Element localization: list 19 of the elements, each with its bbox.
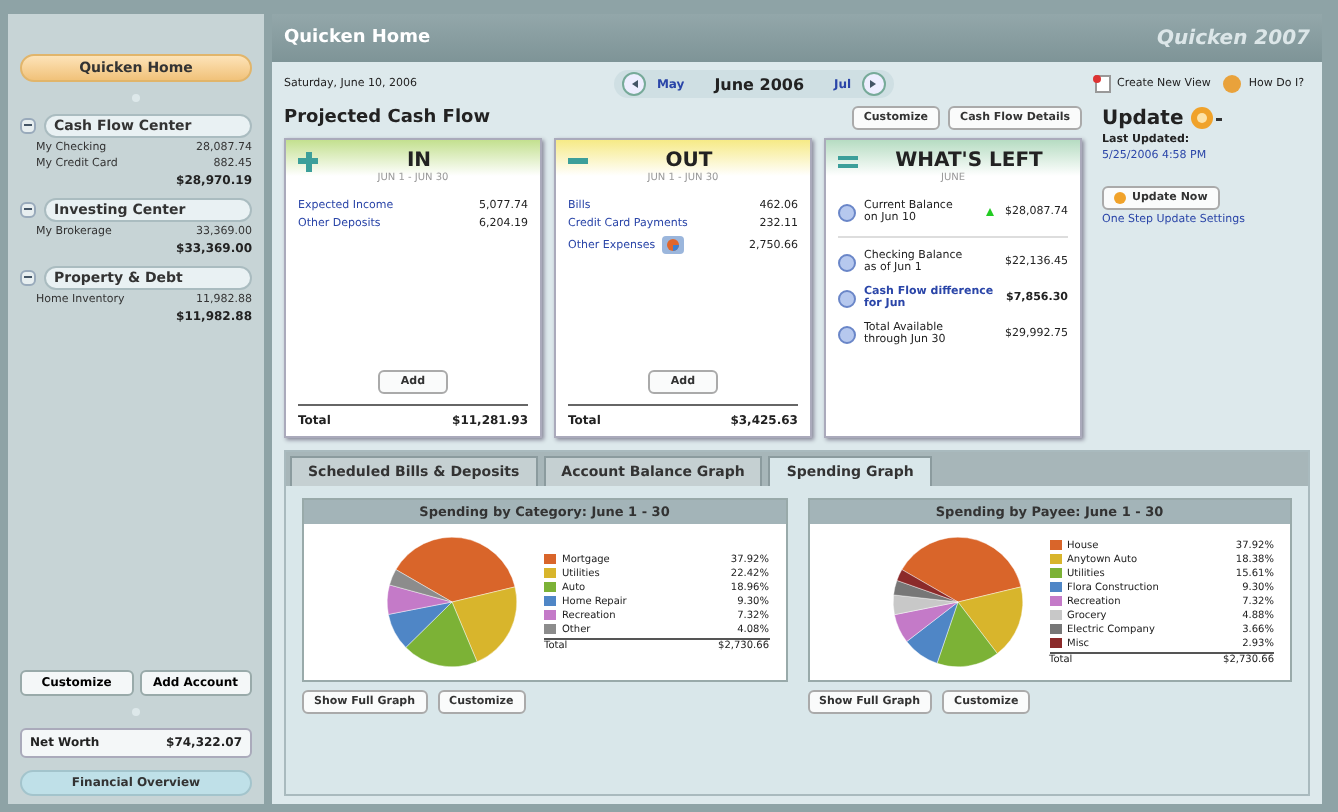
card-title: WHAT'S LEFT <box>893 150 1045 172</box>
equals-icon <box>838 155 858 167</box>
info-icon[interactable] <box>838 203 856 221</box>
update-menu-icon[interactable] <box>1189 106 1226 130</box>
logo: Quicken 2007 <box>1157 27 1310 49</box>
card-title: OUT <box>663 150 715 172</box>
document-icon[interactable] <box>1091 74 1112 94</box>
pie-chart-icon[interactable] <box>661 236 684 254</box>
next-icon[interactable] <box>861 72 886 96</box>
collapse-icon[interactable] <box>20 202 36 218</box>
page-title: Quicken Home <box>284 28 431 48</box>
update-title: Update <box>1102 107 1184 129</box>
plus-icon <box>298 151 318 171</box>
section-title: Projected Cash Flow <box>284 108 491 128</box>
card-title: IN <box>404 150 434 172</box>
collapse-icon[interactable] <box>20 270 36 286</box>
month-label: June 2006 <box>714 75 805 93</box>
previous-icon[interactable] <box>622 72 647 96</box>
collapse-icon[interactable] <box>20 118 36 134</box>
